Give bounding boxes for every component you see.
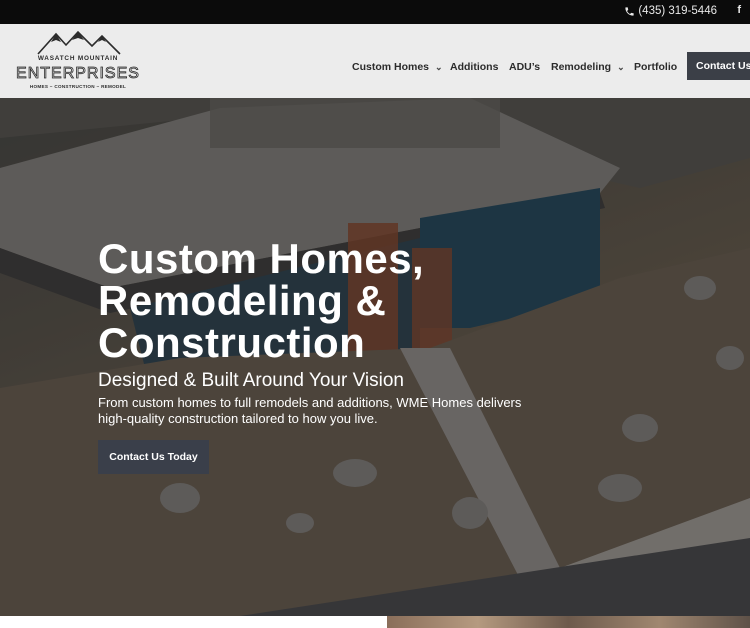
phone-icon	[625, 6, 634, 16]
phone-link[interactable]: (435) 319-5446	[624, 5, 717, 17]
hero-title: Custom Homes, Remodeling & Construction	[98, 238, 424, 364]
chevron-down-icon: ⌄	[435, 61, 443, 72]
nav-additions[interactable]: Additions	[450, 61, 498, 73]
contact-us-today-button[interactable]: Contact Us Today	[98, 440, 209, 474]
site-header: WASATCH MOUNTAIN ENTERPRISES HOMES ~ CON…	[0, 24, 750, 98]
svg-text:ENTERPRISES: ENTERPRISES	[16, 65, 140, 82]
hero-subtitle: Designed & Built Around Your Vision	[98, 370, 404, 391]
phone-number: (435) 319-5446	[638, 5, 717, 17]
hero-description: From custom homes to full remodels and a…	[98, 395, 522, 426]
nav-additions-label: Additions	[450, 61, 499, 73]
next-section	[0, 616, 750, 628]
svg-text:HOMES ~ CONSTRUCTION ~ REMODEL: HOMES ~ CONSTRUCTION ~ REMODEL	[30, 84, 126, 89]
nav-remodeling-label: Remodeling	[551, 61, 612, 73]
chevron-down-icon: ⌄	[617, 61, 625, 72]
nav-portfolio[interactable]: Portfolio	[634, 61, 677, 73]
nav-custom-homes[interactable]: Custom Homes ⌄	[352, 61, 443, 73]
next-section-image	[387, 616, 750, 628]
contact-us-button[interactable]: Contact Us	[687, 52, 750, 80]
nav-custom-homes-label: Custom Homes	[352, 61, 430, 73]
hero-title-line: Remodeling &	[98, 277, 387, 324]
nav-adus[interactable]: ADU’s	[509, 61, 540, 73]
nav-remodeling[interactable]: Remodeling ⌄	[551, 61, 625, 73]
hero-title-line: Custom Homes,	[98, 235, 425, 282]
hero-section: Custom Homes, Remodeling & Construction …	[0, 98, 750, 616]
nav-adus-label: ADU’s	[509, 61, 541, 73]
svg-text:WASATCH MOUNTAIN: WASATCH MOUNTAIN	[38, 55, 118, 62]
facebook-icon[interactable]: f	[737, 4, 741, 16]
hero-title-line: Construction	[98, 319, 366, 366]
top-bar: (435) 319-5446 f	[0, 0, 750, 24]
company-logo[interactable]: WASATCH MOUNTAIN ENTERPRISES HOMES ~ CON…	[16, 30, 140, 94]
nav-portfolio-label: Portfolio	[634, 61, 678, 73]
